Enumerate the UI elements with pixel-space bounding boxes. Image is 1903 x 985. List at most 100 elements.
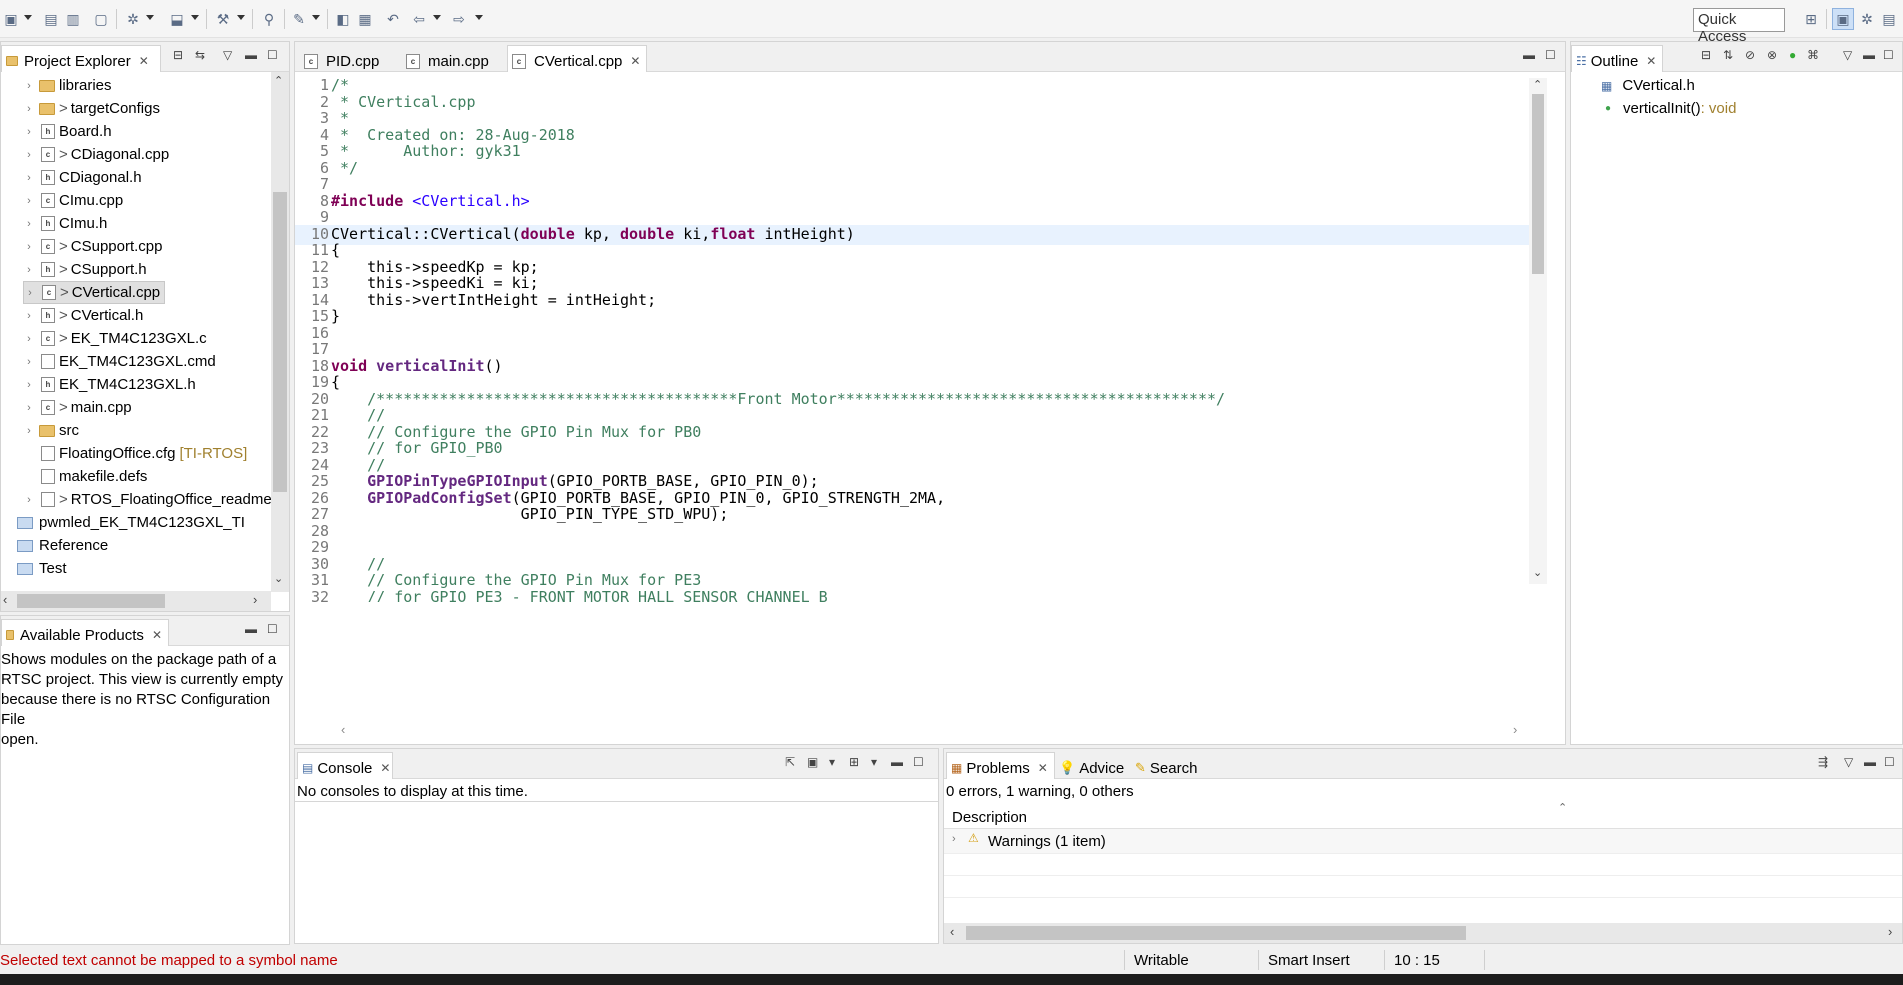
- save-all-icon[interactable]: ▥: [62, 8, 84, 30]
- tree-item[interactable]: ›hCDiagonal.h: [23, 166, 142, 189]
- tab-pid-cpp[interactable]: c PID.cpp: [299, 45, 386, 72]
- problems-header[interactable]: Description ⌃: [944, 803, 1902, 829]
- link-editor-icon[interactable]: ⇆: [195, 48, 205, 62]
- maximize-icon[interactable]: ☐: [1884, 755, 1895, 769]
- tree-item[interactable]: ›hCImu.h: [23, 212, 107, 235]
- expand-icon[interactable]: ›: [23, 264, 35, 276]
- toggle-mark-icon[interactable]: ◧: [332, 8, 354, 30]
- sort-icon[interactable]: ⇅: [1723, 48, 1733, 62]
- tree-item[interactable]: ›hBoard.h: [23, 120, 112, 143]
- project-item[interactable]: pwmled_EK_TM4C123GXL_TI: [15, 511, 245, 534]
- hscroll-right-icon[interactable]: ›: [1513, 722, 1517, 737]
- maximize-icon[interactable]: ☐: [1883, 48, 1894, 62]
- tree-hscroll[interactable]: ‹ ›: [1, 591, 271, 611]
- tree-item[interactable]: ›h>CSupport.h: [23, 258, 147, 281]
- close-icon[interactable]: ✕: [152, 628, 162, 642]
- group-icon[interactable]: ⌘: [1807, 48, 1819, 62]
- expand-icon[interactable]: ›: [23, 402, 35, 414]
- block-select-icon[interactable]: ▦: [354, 8, 376, 30]
- code-editor[interactable]: 1/*2 * CVertical.cpp3 *4 * Created on: 2…: [295, 72, 1545, 602]
- build-dropdown-icon[interactable]: [237, 15, 245, 20]
- save-icon[interactable]: ▤: [40, 8, 62, 30]
- tree-item[interactable]: ›c>CDiagonal.cpp: [23, 143, 169, 166]
- outline-item[interactable]: ● verticalInit() : void: [1605, 97, 1736, 120]
- debug-icon[interactable]: ✲: [122, 8, 144, 30]
- view-menu-icon[interactable]: ▽: [223, 48, 232, 62]
- hide-nonpublic-icon[interactable]: ●: [1789, 48, 1796, 62]
- tree-item[interactable]: ›cCImu.cpp: [23, 189, 123, 212]
- expand-icon[interactable]: ›: [23, 172, 35, 184]
- edit-perspective-icon[interactable]: ▣: [1832, 8, 1854, 30]
- tab-project-explorer[interactable]: Project Explorer ✕: [1, 45, 161, 72]
- tab-search[interactable]: ✎ Search: [1130, 752, 1204, 779]
- minimize-icon[interactable]: ▬: [1864, 755, 1876, 769]
- expand-icon[interactable]: ›: [23, 80, 35, 92]
- debug-perspective-icon[interactable]: ✲: [1856, 8, 1878, 30]
- view-menu-icon[interactable]: ▽: [1843, 48, 1852, 62]
- expand-icon[interactable]: ›: [23, 126, 35, 138]
- tree-item[interactable]: ›c>main.cpp: [23, 396, 132, 419]
- project-item[interactable]: Reference: [15, 534, 108, 557]
- expand-icon[interactable]: ›: [23, 218, 35, 230]
- close-icon[interactable]: ✕: [1646, 54, 1656, 68]
- open-perspective-icon[interactable]: ⊞: [1800, 8, 1822, 30]
- expand-icon[interactable]: ›: [23, 310, 35, 322]
- terminal-icon[interactable]: ▢: [90, 8, 112, 30]
- tree-vscroll[interactable]: ⌃ ⌄: [271, 72, 289, 592]
- tree-item[interactable]: ›c>CVertical.cpp: [23, 281, 165, 304]
- expand-icon[interactable]: ›: [23, 333, 35, 345]
- new-dropdown-icon[interactable]: [24, 15, 32, 20]
- close-icon[interactable]: ✕: [139, 54, 149, 68]
- expand-icon[interactable]: ›: [23, 494, 35, 506]
- expand-icon[interactable]: ›: [23, 425, 35, 437]
- display-console-icon[interactable]: ▣: [807, 755, 818, 769]
- maximize-icon[interactable]: ☐: [913, 755, 924, 769]
- project-item[interactable]: Test: [15, 557, 67, 580]
- hide-static-icon[interactable]: ⊗: [1767, 48, 1777, 62]
- open-dropdown-icon[interactable]: ▾: [871, 755, 877, 769]
- tree-item[interactable]: ›c>EK_TM4C123GXL.c: [23, 327, 207, 350]
- expand-icon[interactable]: ›: [24, 287, 36, 299]
- tree-item[interactable]: ›c>CSupport.cpp: [23, 235, 163, 258]
- expand-icon[interactable]: ›: [23, 356, 35, 368]
- open-console-icon[interactable]: ⊞: [849, 755, 859, 769]
- close-icon[interactable]: ✕: [630, 54, 640, 68]
- minimize-icon[interactable]: ▬: [1863, 48, 1875, 62]
- flash-dropdown-icon[interactable]: [191, 15, 199, 20]
- editor-vscroll[interactable]: ⌃ ⌄: [1529, 78, 1547, 584]
- tree-item[interactable]: makefile.defs: [23, 465, 147, 488]
- expand-icon[interactable]: ›: [23, 149, 35, 161]
- expand-icon[interactable]: ›: [23, 379, 35, 391]
- tab-outline[interactable]: ☷ Outline ✕: [1571, 45, 1663, 72]
- maximize-icon[interactable]: ☐: [267, 48, 278, 62]
- debug-dropdown-icon[interactable]: [146, 15, 154, 20]
- tab-advice[interactable]: 💡 Advice: [1054, 752, 1131, 779]
- tree-item[interactable]: ›src: [23, 419, 79, 442]
- tree-item[interactable]: ›EK_TM4C123GXL.cmd: [23, 350, 216, 373]
- close-icon[interactable]: ✕: [380, 761, 390, 775]
- tree-item[interactable]: ›>RTOS_FloatingOffice_readme.t: [23, 488, 271, 511]
- hide-fields-icon[interactable]: ⊘: [1745, 48, 1755, 62]
- collapse-all-icon[interactable]: ⊟: [173, 48, 183, 62]
- pin-console-icon[interactable]: ⇱: [785, 755, 795, 769]
- tree-item[interactable]: ›hEK_TM4C123GXL.h: [23, 373, 196, 396]
- last-edit-icon[interactable]: ↶: [382, 8, 404, 30]
- problems-hscroll[interactable]: ‹ ›: [944, 923, 1902, 943]
- flash-icon[interactable]: ⬓: [166, 8, 188, 30]
- tab-available-products[interactable]: Available Products ✕: [1, 619, 169, 646]
- minimize-icon[interactable]: ▬: [245, 622, 257, 636]
- outline-item[interactable]: ▦ CVertical.h: [1601, 74, 1695, 97]
- tree-item[interactable]: ›h>CVertical.h: [23, 304, 143, 327]
- expand-icon[interactable]: ›: [23, 103, 35, 115]
- build-hammer-icon[interactable]: ⚒: [212, 8, 234, 30]
- minimize-icon[interactable]: ▬: [891, 755, 903, 769]
- wand-icon[interactable]: ✎: [288, 8, 310, 30]
- wand-dropdown-icon[interactable]: [312, 15, 320, 20]
- close-icon[interactable]: ✕: [1038, 761, 1048, 775]
- collapse-icon[interactable]: ⊟: [1701, 48, 1711, 62]
- maximize-icon[interactable]: ☐: [1545, 48, 1556, 62]
- display-dropdown-icon[interactable]: ▾: [829, 755, 835, 769]
- new-icon[interactable]: ▣: [0, 8, 22, 30]
- expand-icon[interactable]: ›: [23, 241, 35, 253]
- view-menu-icon[interactable]: ▽: [1844, 755, 1853, 769]
